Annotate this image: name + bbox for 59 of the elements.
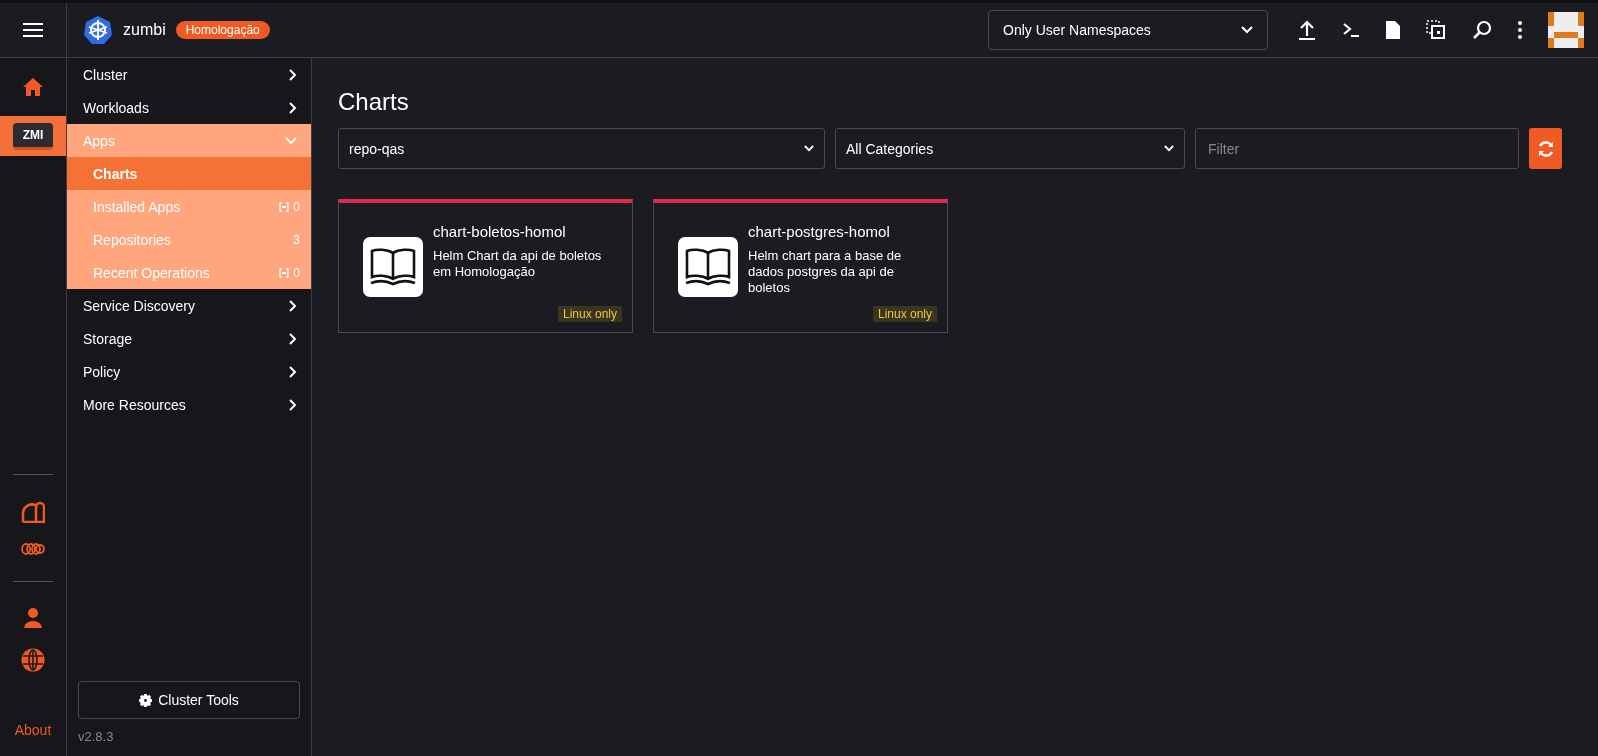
chevron-right-icon — [289, 68, 297, 81]
category-dropdown[interactable]: All Categories — [835, 128, 1185, 169]
chart-name[interactable]: chart-postgres-homol — [748, 223, 928, 240]
namespace-dropdown[interactable]: Only User Namespaces — [988, 10, 1268, 50]
helm-wheel-icon — [83, 15, 113, 45]
upload-icon[interactable] — [1298, 20, 1316, 40]
nav-group[interactable]: Workloads — [67, 91, 311, 124]
chart-name[interactable]: chart-boletos-homol — [433, 223, 613, 240]
os-tag: Linux only — [872, 306, 937, 322]
copy-icon[interactable] — [1426, 20, 1446, 40]
book-icon — [684, 247, 732, 287]
cluster-tools-button[interactable]: Cluster Tools — [78, 681, 300, 719]
book-icon — [369, 247, 417, 287]
resource-icon — [279, 267, 290, 278]
globe-icon[interactable] — [21, 648, 45, 672]
chart-card[interactable]: chart-boletos-homol Helm Chart da api de boletos em Homologação Linux only — [338, 199, 633, 333]
item-count: 0 — [293, 199, 300, 214]
repository-dropdown[interactable]: repo-qas — [338, 128, 825, 169]
chevron-right-icon — [289, 101, 297, 114]
refresh-button[interactable] — [1529, 128, 1562, 169]
os-tag: Linux only — [557, 306, 622, 322]
search-icon[interactable] — [1472, 20, 1492, 40]
cluster-name: zumbi — [123, 21, 166, 39]
chevron-right-icon — [289, 398, 297, 411]
chart-card[interactable]: chart-postgres-homol Helm chart para a base de dados postgres da api de boletos Linux only — [653, 199, 948, 333]
gear-icon — [139, 693, 153, 707]
nav-group[interactable]: Service Discovery — [67, 289, 311, 322]
fleet-icon[interactable] — [21, 543, 45, 555]
chevron-down-icon — [285, 136, 297, 145]
resource-icon — [279, 201, 290, 212]
chevron-right-icon — [289, 299, 297, 312]
filter-input[interactable]: Filter — [1195, 128, 1519, 169]
environment-badge: Homologação — [175, 21, 270, 39]
menu-icon[interactable] — [23, 22, 43, 38]
file-icon[interactable] — [1386, 21, 1400, 39]
item-count: 3 — [293, 232, 300, 247]
chart-description: Helm Chart da api de boletos em Homologação — [433, 248, 603, 280]
chart-description: Helm chart para a base de dados postgres da api de boletos — [748, 248, 903, 296]
chevron-down-icon — [804, 145, 814, 152]
chevron-down-icon — [1241, 26, 1253, 34]
nav-group[interactable]: Policy — [67, 355, 311, 388]
nav-group[interactable]: Storage — [67, 322, 311, 355]
user-icon[interactable] — [23, 608, 43, 628]
user-avatar[interactable] — [1548, 12, 1584, 48]
about-link[interactable]: About — [14, 722, 52, 738]
version-label: v2.8.3 — [78, 729, 115, 744]
chevron-right-icon — [289, 332, 297, 345]
home-icon[interactable] — [23, 78, 43, 96]
more-icon[interactable] — [1518, 21, 1522, 39]
terminal-icon[interactable] — [1342, 22, 1360, 38]
nav-group[interactable]: Cluster — [67, 58, 311, 91]
page-title: Charts — [338, 88, 410, 116]
dashboard-icon[interactable] — [21, 501, 45, 523]
refresh-icon — [1536, 139, 1555, 158]
nav-group[interactable]: More Resources — [67, 388, 311, 421]
chevron-right-icon — [289, 365, 297, 378]
cluster-badge[interactable]: ZMI — [12, 122, 54, 150]
chevron-down-icon — [1164, 145, 1174, 152]
item-count: 0 — [293, 265, 300, 280]
